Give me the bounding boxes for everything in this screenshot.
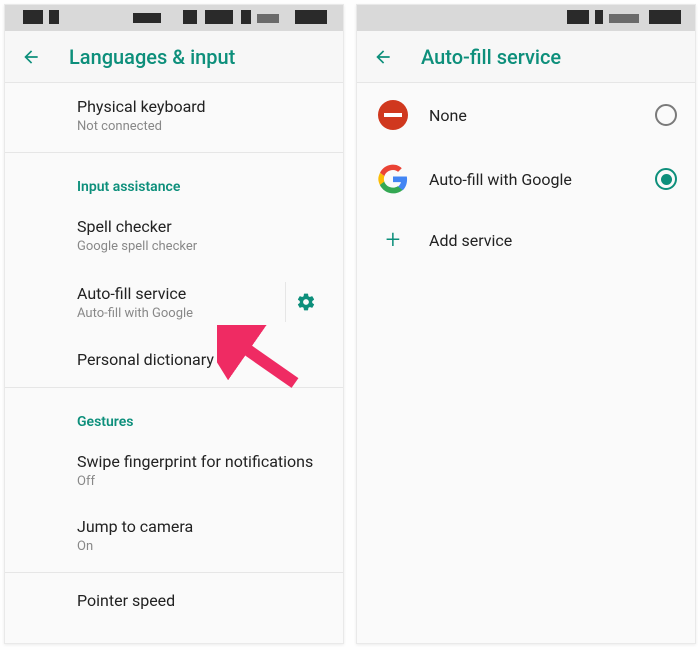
- item-subtitle: Off: [77, 474, 325, 489]
- item-physical-keyboard[interactable]: Physical keyboard Not connected: [5, 83, 343, 148]
- item-pointer-speed[interactable]: Pointer speed: [5, 577, 343, 616]
- item-subtitle: Google spell checker: [77, 239, 325, 254]
- item-subtitle: Not connected: [77, 119, 325, 134]
- item-autofill-service[interactable]: Auto-fill service Auto-fill with Google: [5, 268, 343, 336]
- gear-icon: [296, 292, 316, 312]
- option-label: Add service: [429, 231, 677, 250]
- screen-autofill-service: Auto-fill service None Auto-fill with Go…: [356, 4, 696, 644]
- screen-languages-input: Languages & input Physical keyboard Not …: [4, 4, 344, 644]
- item-title: Physical keyboard: [77, 97, 325, 116]
- item-swipe-fingerprint[interactable]: Swipe fingerprint for notifications Off: [5, 438, 343, 503]
- section-gestures: Gestures: [5, 392, 343, 438]
- option-label: Auto-fill with Google: [429, 170, 637, 189]
- item-jump-to-camera[interactable]: Jump to camera On: [5, 503, 343, 568]
- appbar: Auto-fill service: [357, 31, 695, 83]
- settings-list: Physical keyboard Not connected Input as…: [5, 83, 343, 643]
- item-title: Pointer speed: [77, 591, 325, 610]
- item-personal-dictionary[interactable]: Personal dictionary: [5, 336, 343, 383]
- page-title: Languages & input: [69, 45, 235, 69]
- option-none[interactable]: None: [357, 83, 695, 147]
- option-add-service[interactable]: + Add service: [357, 211, 695, 269]
- item-title: Swipe fingerprint for notifications: [77, 452, 325, 471]
- page-title: Auto-fill service: [421, 45, 561, 69]
- minus-circle-icon: [378, 100, 408, 130]
- section-input-assistance: Input assistance: [5, 157, 343, 203]
- divider: [5, 572, 343, 573]
- statusbar: [357, 5, 695, 31]
- appbar: Languages & input: [5, 31, 343, 83]
- radio-none[interactable]: [655, 104, 677, 126]
- item-title: Spell checker: [77, 217, 325, 236]
- statusbar: [5, 5, 343, 31]
- item-title: Jump to camera: [77, 517, 325, 536]
- back-arrow-icon: [21, 46, 41, 68]
- item-subtitle: Auto-fill with Google: [77, 306, 277, 321]
- radio-google[interactable]: [655, 168, 677, 190]
- back-button[interactable]: [21, 47, 41, 67]
- back-button[interactable]: [373, 47, 393, 67]
- option-label: None: [429, 106, 637, 125]
- plus-icon: +: [375, 225, 411, 255]
- item-title: Personal dictionary: [77, 350, 325, 369]
- option-google[interactable]: Auto-fill with Google: [357, 147, 695, 211]
- divider: [5, 387, 343, 388]
- item-subtitle: On: [77, 539, 325, 554]
- item-title: Auto-fill service: [77, 284, 277, 303]
- autofill-settings-button[interactable]: [285, 282, 325, 322]
- google-logo-icon: [375, 161, 411, 197]
- autofill-options: None Auto-fill with Google + Add service: [357, 83, 695, 643]
- back-arrow-icon: [373, 46, 393, 68]
- divider: [5, 152, 343, 153]
- item-spell-checker[interactable]: Spell checker Google spell checker: [5, 203, 343, 268]
